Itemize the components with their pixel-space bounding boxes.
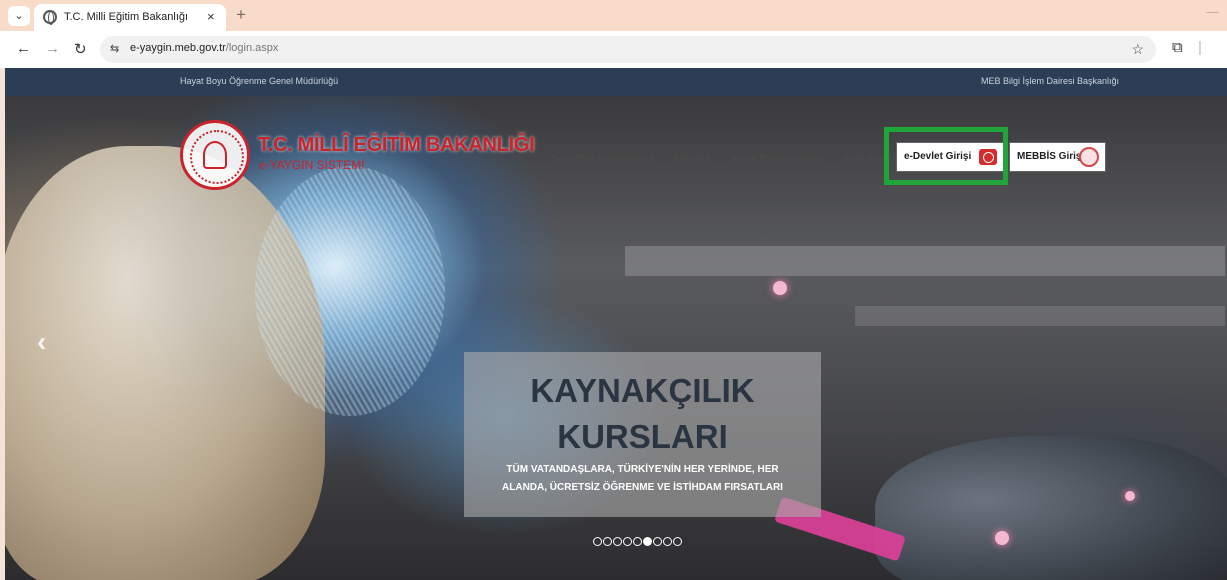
browser-toolbar: ← → ↻ ⇆ e-yaygin.meb.gov.tr/login.aspx ☆… (0, 31, 1227, 68)
background-decoration (855, 306, 1225, 326)
reload-icon[interactable]: ↻ (74, 40, 87, 58)
tab-title: T.C. Milli Eğitim Bakanlığı (64, 11, 189, 23)
slider-dot[interactable] (603, 537, 612, 546)
slider-dot[interactable] (663, 537, 672, 546)
nav-kurs-programlari[interactable]: Kurs Programları (731, 153, 821, 165)
browser-tab-strip: ⌄ T.C. Milli Eğitim Bakanlığı × + — (0, 0, 1227, 31)
main-nav: Sertifika Sorgulama Destek Kurs Programl… (551, 149, 922, 169)
slide-title-line1: KAYNAKÇILIK (530, 372, 755, 409)
mebbis-logo-icon (1079, 147, 1099, 167)
address-bar[interactable]: ⇆ e-yaygin.meb.gov.tr/login.aspx ☆ (100, 36, 1156, 63)
brand-subtitle: e-YAYGIN SİSTEMİ (259, 158, 365, 172)
slider-dot[interactable] (593, 537, 602, 546)
mebbis-login-label: MEBBİS Girişi (1017, 151, 1085, 162)
chevron-left-icon[interactable]: ‹ (37, 326, 46, 358)
browser-tab[interactable]: T.C. Milli Eğitim Bakanlığı × (34, 4, 226, 31)
slide-subtitle-line2: ALANDA, ÜCRETSİZ ÖĞRENME VE İSTİHDAM FIR… (502, 482, 783, 493)
site-logo[interactable]: T.C. MİLLÎ EĞİTİM BAKANLIĞI e-YAYGIN SİS… (180, 120, 535, 190)
nav-sertifika-sorgulama[interactable]: Sertifika Sorgulama (551, 153, 654, 165)
spark-glow (773, 281, 787, 295)
slide-title-line2: KURSLARI (557, 418, 728, 455)
url-text[interactable]: e-yaygin.meb.gov.tr/login.aspx (130, 42, 278, 54)
new-tab-button[interactable]: + (236, 5, 246, 25)
welding-glove-image (875, 436, 1227, 580)
spark-glow (995, 531, 1009, 545)
topbar-right-link[interactable]: MEB Bilgi İşlem Dairesi Başkanlığı (981, 76, 1119, 86)
globe-icon (43, 10, 57, 25)
top-info-bar: Hayat Boyu Öğrenme Genel Müdürlüğü MEB B… (5, 68, 1227, 96)
slider-dot[interactable] (653, 537, 662, 546)
slide-caption: KAYNAKÇILIK KURSLARI TÜM VATANDAŞLARA, T… (464, 352, 821, 517)
slider-dot[interactable] (623, 537, 632, 546)
divider: | (1198, 39, 1202, 56)
topbar-left-link[interactable]: Hayat Boyu Öğrenme Genel Müdürlüğü (180, 76, 338, 86)
spark-glow (1125, 491, 1135, 501)
slider-dot[interactable] (643, 537, 652, 546)
slide-subtitle-line1: TÜM VATANDAŞLARA, TÜRKİYE'NİN HER YERİND… (506, 464, 779, 475)
chevron-down-icon[interactable]: ⌄ (8, 6, 30, 26)
slider-dot[interactable] (673, 537, 682, 546)
hero-slider: T.C. MİLLÎ EĞİTİM BAKANLIĞI e-YAYGIN SİS… (5, 96, 1227, 580)
background-decoration (625, 246, 1225, 276)
puzzle-icon[interactable]: ⧉ (1172, 39, 1183, 56)
slider-dot[interactable] (613, 537, 622, 546)
close-icon[interactable]: × (207, 9, 215, 24)
back-arrow-icon[interactable]: ← (16, 40, 31, 57)
slider-dot[interactable] (633, 537, 642, 546)
minimize-icon[interactable]: — (1206, 4, 1219, 19)
web-page: Hayat Boyu Öğrenme Genel Müdürlüğü MEB B… (5, 68, 1227, 580)
site-settings-icon[interactable]: ⇆ (110, 42, 119, 55)
mebbis-login-button[interactable]: MEBBİS Girişi (1009, 142, 1106, 172)
highlight-box (884, 127, 1008, 185)
star-icon[interactable]: ☆ (1131, 41, 1144, 58)
brand-title: T.C. MİLLÎ EĞİTİM BAKANLIĞI (258, 134, 535, 156)
slider-indicators (593, 533, 683, 546)
welding-spark-image (255, 166, 445, 416)
nav-destek[interactable]: Destek (675, 153, 711, 165)
meb-seal-icon (180, 120, 250, 190)
forward-arrow-icon[interactable]: → (45, 40, 60, 57)
